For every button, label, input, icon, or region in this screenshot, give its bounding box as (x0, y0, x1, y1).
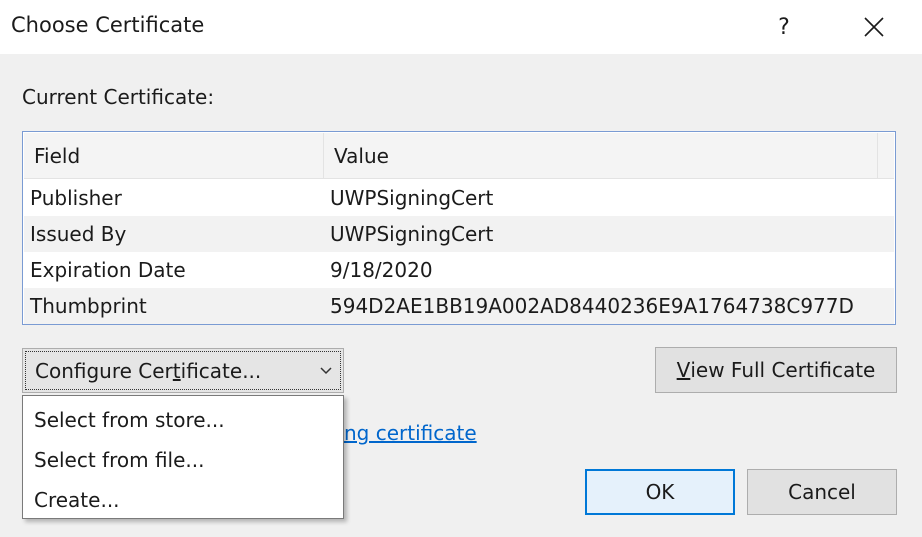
label-part: Configure Cer (35, 359, 173, 383)
column-header-value[interactable]: Value (324, 133, 878, 179)
current-certificate-label: Current Certificate: (22, 85, 215, 109)
value-cell: 594D2AE1BB19A002AD8440236E9A1764738C977D (330, 294, 854, 318)
menu-item-select-from-store[interactable]: Select from store... (23, 401, 343, 439)
value-cell: UWPSigningCert (330, 222, 494, 246)
signing-certificate-link[interactable]: ng certificate (344, 421, 477, 445)
certificate-grid[interactable]: Field Value Publisher UWPSigningCert Iss… (22, 131, 896, 325)
label-part: ificate... (180, 359, 262, 383)
field-cell: Expiration Date (30, 258, 186, 282)
value-cell: UWPSigningCert (330, 186, 494, 210)
ok-button[interactable]: OK (585, 469, 735, 515)
close-icon (864, 17, 884, 37)
help-glyph: ? (778, 14, 790, 40)
access-key: V (676, 358, 691, 382)
grid-row-expiration-date[interactable]: Expiration Date 9/18/2020 (24, 252, 894, 288)
grid-row-publisher[interactable]: Publisher UWPSigningCert (24, 180, 894, 216)
menu-item-select-from-file[interactable]: Select from file... (23, 441, 343, 479)
access-key: t (172, 359, 181, 383)
view-full-certificate-button[interactable]: View Full Certificate (655, 347, 897, 393)
grid-row-issued-by[interactable]: Issued By UWPSigningCert (24, 216, 894, 252)
combobox-label: Configure Certificate... (35, 359, 261, 383)
value-cell: 9/18/2020 (330, 258, 433, 282)
close-button[interactable] (850, 0, 898, 54)
cancel-button[interactable]: Cancel (747, 469, 897, 515)
title-bar: Choose Certificate ? (0, 0, 922, 54)
help-button[interactable]: ? (762, 0, 806, 54)
window-title: Choose Certificate (11, 13, 205, 37)
column-header-field[interactable]: Field (24, 133, 324, 179)
field-cell: Thumbprint (30, 294, 147, 318)
configure-certificate-combobox[interactable]: Configure Certificate... (22, 348, 344, 393)
grid-row-thumbprint[interactable]: Thumbprint 594D2AE1BB19A002AD8440236E9A1… (24, 288, 894, 324)
configure-dropdown-menu: Select from store... Select from file...… (22, 395, 344, 519)
field-cell: Issued By (30, 222, 127, 246)
button-label: iew Full Certificate (690, 358, 876, 382)
column-header-filler (878, 133, 895, 179)
field-cell: Publisher (30, 186, 122, 210)
chevron-down-icon (320, 367, 332, 375)
grid-header: Field Value (24, 133, 894, 179)
menu-item-create[interactable]: Create... (23, 481, 343, 519)
